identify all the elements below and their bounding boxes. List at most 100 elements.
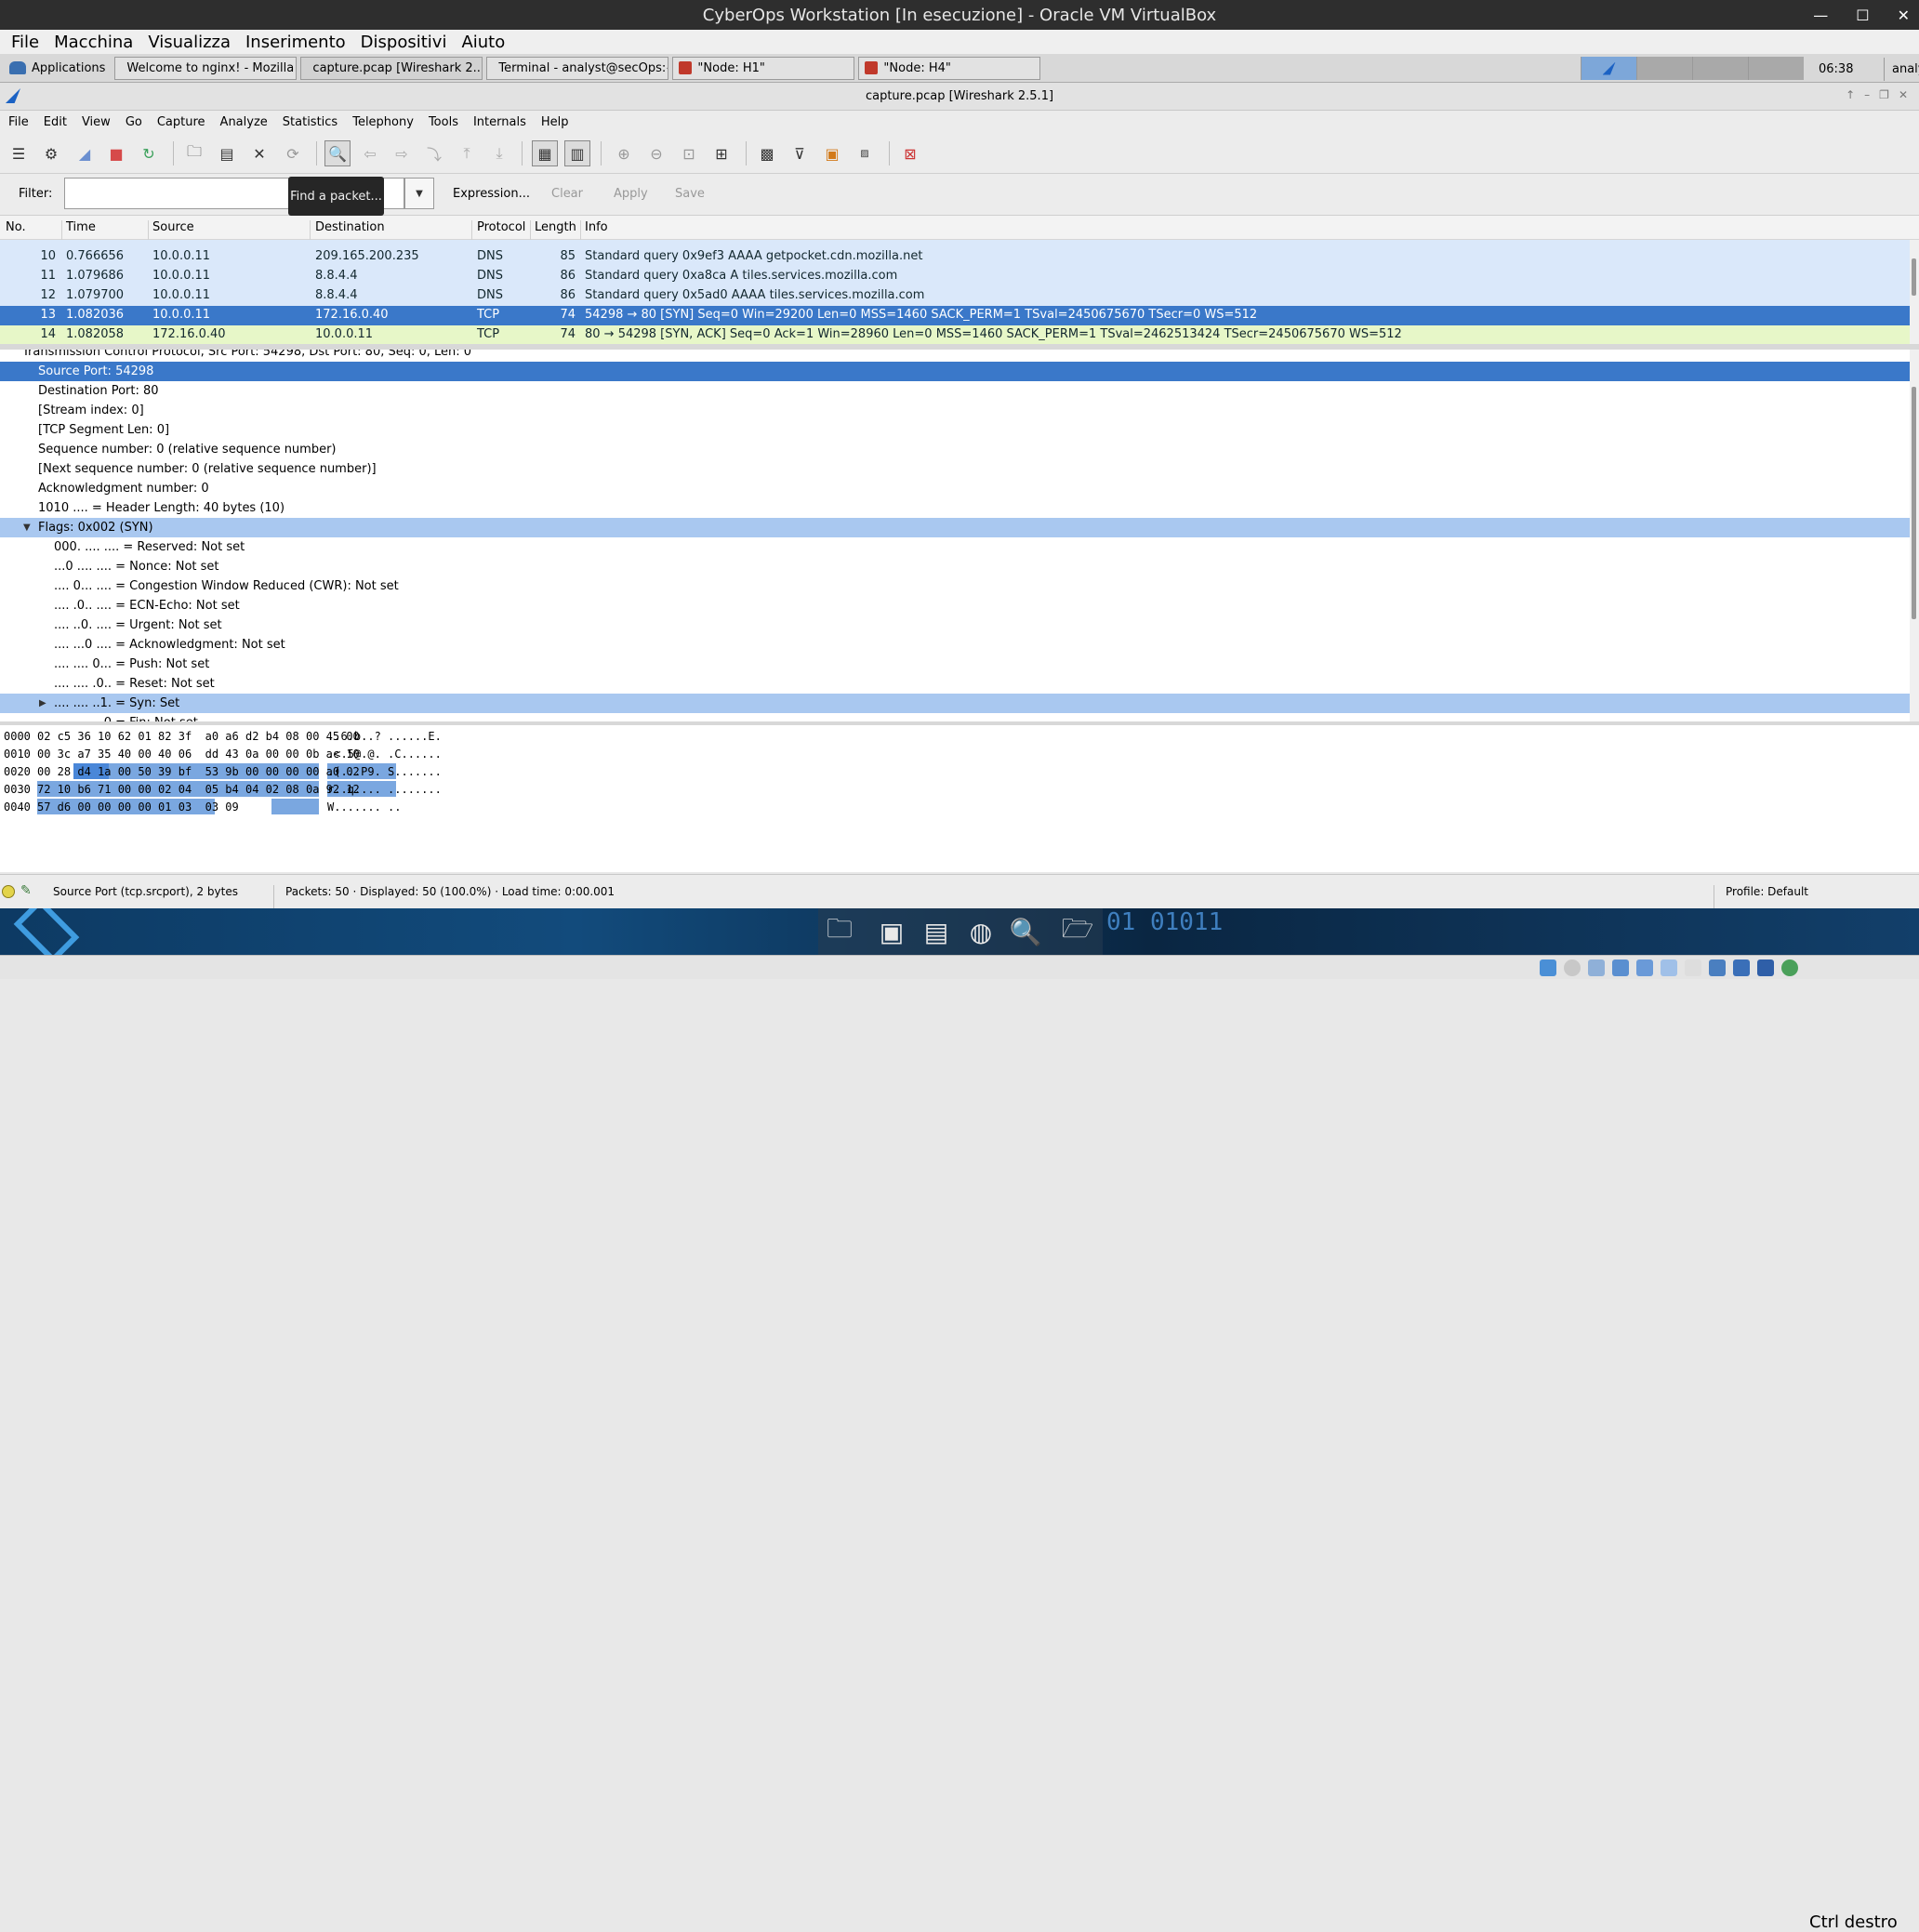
go-forward-icon[interactable]: ⇨ <box>390 142 413 165</box>
web-browser-icon[interactable]: ◍ <box>963 914 999 949</box>
user-menu[interactable]: analyst <box>1884 58 1919 81</box>
tree-item[interactable]: 1010 .... = Header Length: 40 bytes (10) <box>0 498 1910 518</box>
tree-item[interactable]: .... 0... .... = Congestion Window Reduc… <box>0 576 1910 596</box>
hex-ascii[interactable]: .<.5@.@. .C...... <box>327 746 442 763</box>
scrollbar-thumb[interactable] <box>1912 258 1916 296</box>
hex-ascii[interactable]: ..6.b..? ......E. <box>327 728 442 746</box>
column-no[interactable]: No. <box>6 220 26 234</box>
network-icon[interactable] <box>1612 959 1629 976</box>
apply-button[interactable]: Apply <box>614 187 648 201</box>
collapse-arrow-icon[interactable]: ▶ <box>39 694 46 713</box>
interfaces-icon[interactable]: ☰ <box>7 142 30 165</box>
packet-bytes-pane[interactable]: 0000 02 c5 36 10 62 01 82 3f a0 a6 d2 b4 … <box>0 725 1919 872</box>
vt-x-icon[interactable] <box>1757 959 1774 976</box>
tree-item[interactable]: [TCP Segment Len: 0] <box>0 420 1910 440</box>
menu-telephony[interactable]: Telephony <box>352 115 414 129</box>
table-row[interactable]: 11 1.079686 10.0.0.11 8.8.4.4 DNS 86 Standard … <box>0 267 1910 286</box>
details-scrollbar[interactable] <box>1910 350 1919 721</box>
expression-button[interactable]: Expression... <box>453 187 530 201</box>
hex-ascii[interactable]: r..q.... ........ <box>327 781 442 799</box>
menu-go[interactable]: Go <box>126 115 142 129</box>
tree-item[interactable]: Destination Port: 80 <box>0 381 1910 401</box>
guest-additions-icon[interactable] <box>1781 959 1798 976</box>
column-length[interactable]: Length <box>535 220 576 234</box>
hex-bytes[interactable]: 00 28 d4 1a 00 50 39 bf 53 9b 00 00 00 0… <box>37 763 360 781</box>
vbox-menu-machine[interactable]: Macchina <box>54 33 133 52</box>
close-icon[interactable]: ✕ <box>1899 88 1908 101</box>
taskbar-window-wireshark[interactable]: capture.pcap [Wireshark 2.... <box>300 56 483 80</box>
workspace-2[interactable] <box>1636 57 1692 80</box>
menu-edit[interactable]: Edit <box>44 115 67 129</box>
go-back-icon[interactable]: ⇦ <box>359 142 381 165</box>
display-icon[interactable] <box>1685 959 1701 976</box>
hex-bytes[interactable]: 02 c5 36 10 62 01 82 3f a0 a6 d2 b4 08 0… <box>37 728 360 746</box>
packet-list[interactable]: 10 0.766656 10.0.0.11 209.165.200.235 DNS 85 S… <box>0 240 1910 344</box>
first-packet-icon[interactable]: ⤒ <box>456 142 478 165</box>
tree-item[interactable]: Source Port: 54298 <box>0 362 1910 381</box>
tree-item[interactable]: .... .... ...0 = Fin: Not set <box>0 713 1910 721</box>
column-protocol[interactable]: Protocol <box>477 220 525 234</box>
help-icon[interactable]: ⊠ <box>899 142 921 165</box>
resize-columns-icon[interactable]: ⊞ <box>710 142 733 165</box>
capture-options-icon[interactable]: ⚙ <box>40 142 62 165</box>
menu-tools[interactable]: Tools <box>429 115 458 129</box>
scrollbar-thumb[interactable] <box>1912 387 1916 619</box>
tree-item[interactable]: ...0 .... .... = Nonce: Not set <box>0 557 1910 576</box>
vbox-menu-file[interactable]: File <box>11 33 39 52</box>
tree-item[interactable]: ▶ .... .... ..1. = Syn: Set <box>0 694 1910 713</box>
shared-folders-icon[interactable] <box>1661 959 1677 976</box>
chevron-down-icon[interactable]: ▼ <box>404 178 434 209</box>
menu-capture[interactable]: Capture <box>157 115 205 129</box>
column-time[interactable]: Time <box>66 220 96 234</box>
clock[interactable]: 06:38 <box>1819 58 1853 81</box>
clear-button[interactable]: Clear <box>551 187 583 201</box>
table-row[interactable]: 14 1.082058 172.16.0.40 10.0.0.11 TCP 74 80 → … <box>0 325 1910 344</box>
menu-help[interactable]: Help <box>541 115 569 129</box>
usb-icon[interactable] <box>1636 959 1653 976</box>
last-packet-icon[interactable]: ⤓ <box>488 142 510 165</box>
maximize-icon[interactable]: ☐ <box>1856 7 1869 24</box>
folder-icon[interactable]: 🗁 <box>1060 913 1095 949</box>
hex-ascii[interactable]: .(...P9. S....... <box>327 763 442 781</box>
menu-view[interactable]: View <box>82 115 111 129</box>
coloring-rules-icon[interactable]: ▣ <box>821 142 843 165</box>
zoom-in-icon[interactable]: ⊕ <box>613 142 635 165</box>
taskbar-window-node-h4[interactable]: "Node: H4" <box>858 56 1041 80</box>
column-info[interactable]: Info <box>585 220 608 234</box>
taskbar-window-node-h1[interactable]: "Node: H1" <box>672 56 855 80</box>
workspace-1[interactable] <box>1581 57 1636 80</box>
table-row[interactable]: 12 1.079700 10.0.0.11 8.8.4.4 DNS 86 Standard … <box>0 286 1910 306</box>
profile-selector[interactable]: Profile: Default <box>1726 885 1808 898</box>
find-packet-icon[interactable]: 🔍 <box>324 140 351 166</box>
go-to-packet-icon[interactable]: ⤵ <box>423 142 445 165</box>
minimize-icon[interactable]: — <box>1813 7 1828 24</box>
tree-item[interactable]: ▼ Flags: 0x002 (SYN) <box>0 518 1910 537</box>
table-row[interactable]: 10 0.766656 10.0.0.11 209.165.200.235 DNS 85 S… <box>0 247 1910 267</box>
menu-analyze[interactable]: Analyze <box>220 115 268 129</box>
expert-info-icon[interactable] <box>2 885 15 898</box>
file-manager-icon[interactable]: ▤ <box>919 914 954 949</box>
open-file-icon[interactable]: 🗀 <box>183 142 205 165</box>
tree-item[interactable]: .... ...0 .... = Acknowledgment: Not set <box>0 635 1910 655</box>
reload-icon[interactable]: ⟳ <box>282 142 304 165</box>
hex-ascii[interactable]: W....... .. <box>327 799 401 816</box>
applications-menu[interactable]: Applications <box>4 57 111 80</box>
packet-list-scrollbar[interactable] <box>1910 240 1919 344</box>
vbox-menu-view[interactable]: Visualizza <box>148 33 231 52</box>
workspace-4[interactable] <box>1748 57 1804 80</box>
tree-item[interactable]: 000. .... .... = Reserved: Not set <box>0 537 1910 557</box>
tree-item[interactable]: .... .... .0.. = Reset: Not set <box>0 674 1910 694</box>
expand-arrow-icon[interactable]: ▼ <box>23 518 31 537</box>
audio-icon[interactable] <box>1588 959 1605 976</box>
colorize-icon[interactable]: ▦ <box>532 140 558 166</box>
hex-bytes[interactable]: 57 d6 00 00 00 00 01 03 03 09 <box>37 799 239 816</box>
maximize-icon[interactable]: ❐ <box>1879 88 1889 101</box>
save-file-icon[interactable]: ▤ <box>216 142 238 165</box>
shade-icon[interactable]: ↑ <box>1846 88 1855 101</box>
video-capture-icon[interactable] <box>1709 959 1726 976</box>
drag-drop-icon[interactable] <box>1733 959 1750 976</box>
stop-capture-icon[interactable]: ■ <box>105 142 127 165</box>
minimize-icon[interactable]: – <box>1864 88 1870 101</box>
autoscroll-icon[interactable]: ▥ <box>564 140 590 166</box>
normal-size-icon[interactable]: ⊡ <box>678 142 700 165</box>
